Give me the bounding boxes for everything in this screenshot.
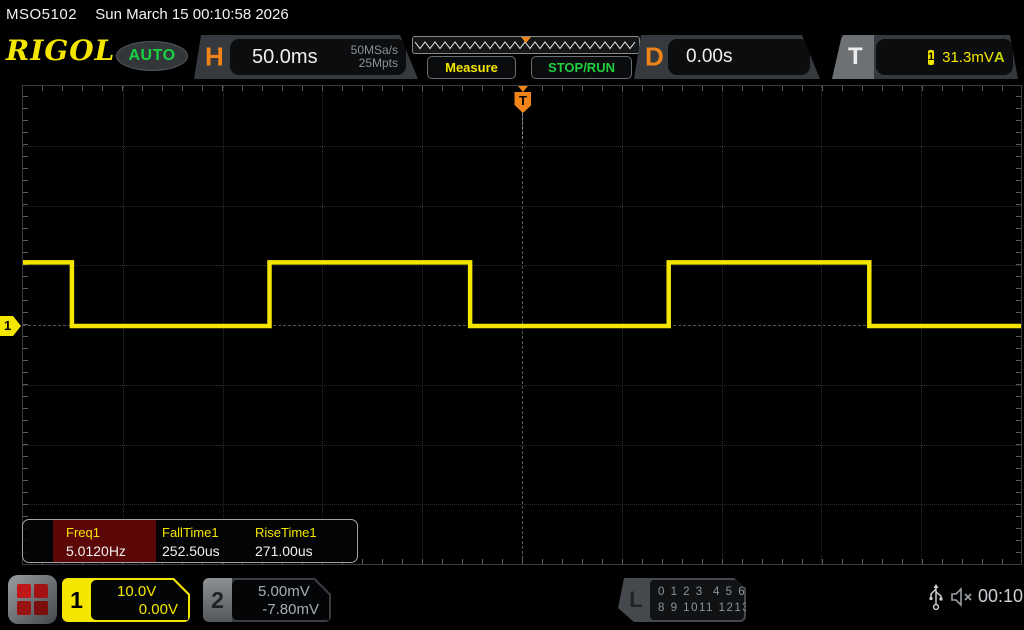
ch1-offset: 0.00V [138,601,178,618]
ch2-offset: -7.80mV [262,601,319,618]
preview-trigger-position-icon [521,37,531,43]
channel-2-button[interactable]: 2 5.00mV -7.80mV [203,578,331,622]
usb-icon [928,583,944,616]
logic-analyzer-button[interactable]: L 0 1 2 3 4 5 6 7 8 9 1011 12131415 [618,578,746,622]
measurement-falltime1[interactable]: FallTime1 252.50us [162,525,220,559]
trigger-position-triangle-icon [517,86,528,92]
measure-button[interactable]: Measure [427,56,516,79]
ch1-ground-marker[interactable]: 1 [0,316,21,336]
bottom-status-bar: 1 10.0V 0.00V 2 5.00mV -7.80mV L 0 1 2 3… [0,570,1024,630]
title-bar: MSO5102 Sun March 15 00:10:58 2026 [0,0,1024,30]
rigol-logo: RIGOL [6,34,116,67]
logic-label: L [629,587,643,612]
ch2-number: 2 [203,578,232,622]
horizontal-label: H [205,41,224,72]
trigger-shield-icon: T [514,92,532,113]
runtime-clock: 00:10 [978,586,1024,606]
ch1-square-waveform [23,260,1021,329]
speaker-muted-icon [950,587,974,612]
delay-value: 0.00s [686,46,733,67]
memory-waveform-preview[interactable] [412,36,640,54]
delay-label: D [645,41,664,72]
trigger-position-line [522,113,524,139]
red-grid-menu-icon[interactable] [8,575,57,624]
system-datetime: Sun March 15 00:10:58 2026 [95,6,289,23]
measurement-risetime1[interactable]: RiseTime1 271.00us [255,525,317,559]
ch2-scale: 5.00mV [258,583,310,600]
measurement-results-panel[interactable]: Freq1 5.0120Hz FallTime1 252.50us RiseTi… [22,519,358,563]
trigger-label: T [848,43,863,70]
header-bar: RIGOL AUTO H 50.0ms 50MSa/s 25Mpts Measu… [0,30,1024,84]
ch1-number: 1 [70,587,83,613]
measurement-freq1[interactable]: Freq1 5.0120Hz [66,525,126,559]
waveform-display-area[interactable]: T [22,85,1022,565]
trigger-mode-auto: A [993,48,1005,66]
logic-channels-row1: 0 1 2 3 4 5 6 7 [658,586,759,598]
timebase-value: 50.0ms [252,45,318,68]
ch1-scale: 10.0V [117,583,157,600]
trigger-settings-button[interactable]: T 1 31.3mV A [832,35,1018,79]
trigger-source-badge: 1 [928,50,935,63]
trigger-t-marker[interactable]: T [514,86,532,139]
trigger-status-badge: AUTO [116,41,188,71]
trigger-level-value: 31.3mV [942,48,994,66]
model-name: MSO5102 [6,6,78,23]
horizontal-settings-button[interactable]: H 50.0ms 50MSa/s 25Mpts [194,35,418,79]
sample-rate-memdepth: 50MSa/s 25Mpts [350,43,398,70]
delay-settings-button[interactable]: D 0.00s [634,35,820,79]
channel-1-button[interactable]: 1 10.0V 0.00V [62,578,190,622]
logic-channels-row2: 8 9 1011 12131415 [658,602,782,614]
stop-run-button[interactable]: STOP/RUN [531,56,632,79]
